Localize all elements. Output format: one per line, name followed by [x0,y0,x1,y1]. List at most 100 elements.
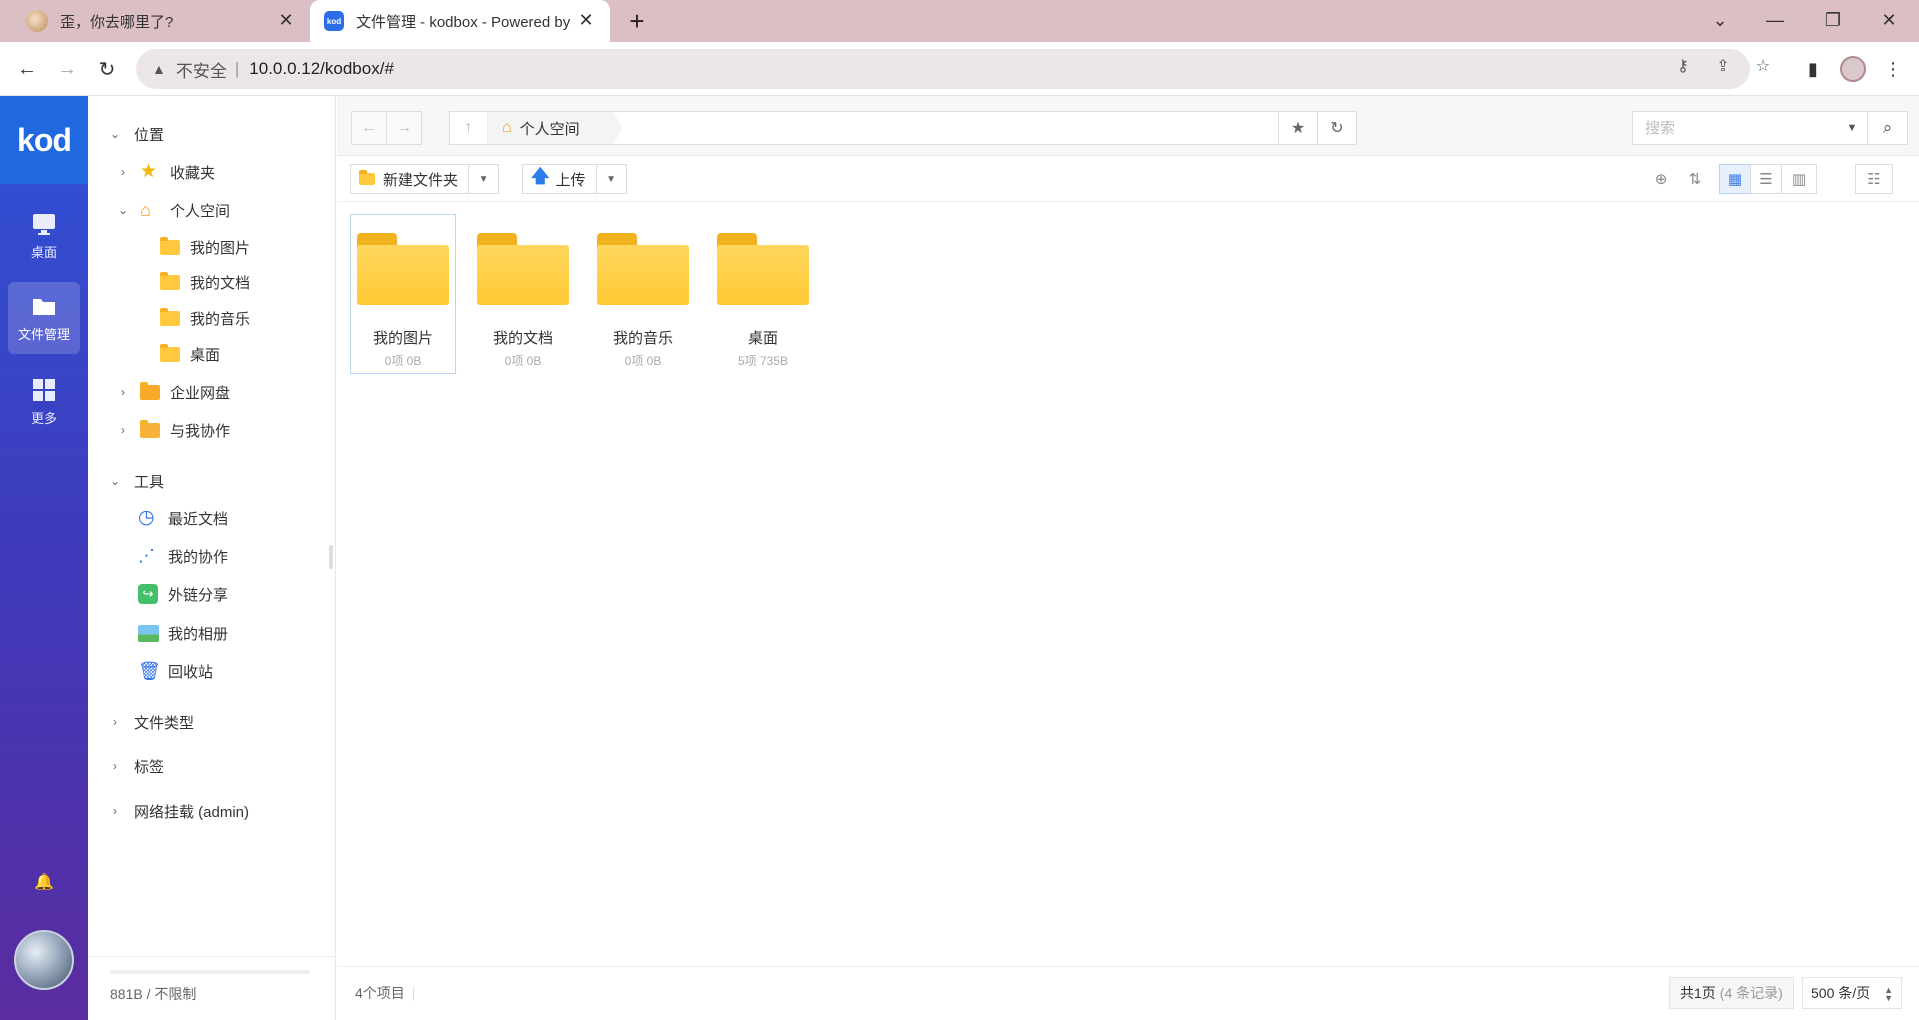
key-icon[interactable]: ⚷ [1671,54,1695,78]
folder-icon [160,237,182,257]
tab-favicon [26,10,48,32]
divider [88,956,336,957]
folder-icon [357,233,449,305]
section-label: 文件类型 [134,714,195,732]
icon-view-icon[interactable]: ▦ [1719,164,1751,194]
per-page-select[interactable]: 500 条/页 ▲ ▼ [1802,977,1902,1009]
window-close-icon[interactable]: ✕ [1869,4,1909,36]
trash-icon: 🗑 [138,661,161,681]
tree-item-my-documents[interactable]: 我的文档 [88,266,336,298]
tree-section-file-types[interactable]: › 文件类型 [88,706,336,738]
details-panel-icon[interactable]: ☷ [1855,164,1893,194]
item-count: 4个项目 [355,983,414,1003]
tree-item-enterprise-drive[interactable]: › 企业网盘 [88,376,336,408]
folder-icon [160,272,182,292]
minimize-icon[interactable]: — [1755,4,1795,36]
rail-item-label: 桌面 [30,244,57,260]
tree-label: 外链分享 [168,586,229,604]
file-meta: 0项 0B [384,354,422,368]
picture-icon [138,623,160,643]
close-icon[interactable]: ✕ [276,10,296,30]
status-bar: 4个项目 共1页 (4 条记录) 500 条/页 ▲ ▼ [337,966,1919,1020]
tree-section-network-mount[interactable]: › 网络挂载 (admin) [88,795,336,827]
tree-item-my-collab[interactable]: ⋰ 我的协作 [88,540,336,572]
clock-icon: ◷ [138,507,155,528]
caret-down-icon[interactable]: ▼ [1837,112,1867,144]
share-icon[interactable]: ⇪ [1711,54,1735,78]
folder-icon [359,170,377,186]
side-panel-icon[interactable]: ▮ [1796,52,1830,86]
folder-item-my-documents[interactable]: 我的文档 0项 0B [470,214,576,374]
chevron-down-icon[interactable]: ⌄ [1700,4,1740,36]
folder-item-desktop[interactable]: 桌面 5项 735B [710,214,816,374]
history-forward-icon[interactable]: → [386,111,422,145]
enterprise-folder-icon [140,382,162,402]
caret-down-icon[interactable]: ▼ [595,165,626,193]
upload-button[interactable]: 🡅 上传 ▼ [522,164,627,194]
tree-section-location[interactable]: ⌄ 位置 [88,118,336,150]
sidebar-resize-handle[interactable] [329,545,333,569]
folder-item-my-music[interactable]: 我的音乐 0项 0B [590,214,696,374]
chevron-right-icon: › [121,165,125,179]
breadcrumb[interactable]: ↑ ⌂ 个人空间 [449,111,1279,145]
tree-item-personal-space[interactable]: ⌄ ⌂ 个人空间 [88,194,336,226]
split-view-icon[interactable]: ▥ [1781,164,1817,194]
tree-label: 个人空间 [170,202,231,220]
kod-logo: kod [0,96,88,184]
divider: | [234,59,240,78]
zoom-icon[interactable]: ⊕ [1645,164,1677,194]
search-input[interactable] [1633,112,1833,144]
menu-dots-icon[interactable]: ⋮ [1876,52,1910,86]
tab-title: 文件管理 - kodbox - Powered by [356,13,571,31]
folder-item-my-pictures[interactable]: 我的图片 0项 0B [350,214,456,374]
new-folder-button[interactable]: 新建文件夹 ▼ [350,164,500,194]
star-icon[interactable]: ★ [1278,111,1318,145]
caret-down-icon[interactable]: ▼ [468,165,498,193]
tree-item-desktop[interactable]: 桌面 [88,338,336,370]
rail-item-desktop[interactable]: 桌面 [8,200,80,272]
file-name: 桌面 [747,330,778,347]
reload-icon[interactable]: ↻ [92,54,122,84]
app-rail: kod 桌面 文件管理 更多 🔔 [0,96,88,1020]
path-bar: ← → ↑ ⌂ 个人空间 ★ ↻ ▼ ⌕ [337,96,1919,156]
select-caret-icon: ▲ ▼ [1884,985,1893,1003]
tree-item-recycle-bin[interactable]: 🗑 回收站 [88,655,336,687]
bell-icon[interactable]: 🔔 [34,872,54,892]
tree-item-favorites[interactable]: › ★ 收藏夹 [88,156,336,188]
up-arrow-icon[interactable]: ↑ [450,112,488,144]
tree-item-my-music[interactable]: 我的音乐 [88,302,336,334]
tree-item-my-pictures[interactable]: 我的图片 [88,231,336,263]
profile-avatar[interactable] [1836,52,1870,86]
breadcrumb-item[interactable]: ⌂ 个人空间 [488,112,613,144]
forward-arrow-icon[interactable]: → [52,54,82,84]
warning-icon: ▲ [152,61,166,77]
history-back-icon[interactable]: ← [351,111,387,145]
search-icon[interactable]: ⌕ [1867,112,1907,144]
rail-item-file-manager[interactable]: 文件管理 [8,282,80,354]
restore-icon[interactable]: ❐ [1813,4,1853,36]
share-folder-icon [140,420,162,440]
omnibox[interactable]: ▲ 不安全 | 10.0.0.12/kodbox/# [136,49,1750,89]
tree-item-link-share[interactable]: ↪ 外链分享 [88,578,336,610]
list-view-icon[interactable]: ☰ [1750,164,1782,194]
star-icon[interactable]: ☆ [1751,54,1775,78]
tree-item-shared-with-me[interactable]: › 与我协作 [88,414,336,446]
sort-icon[interactable]: ⇅ [1679,164,1711,194]
rail-item-more[interactable]: 更多 [8,366,80,438]
close-icon[interactable]: ✕ [576,10,596,30]
refresh-icon[interactable]: ↻ [1317,111,1357,145]
security-label: 不安全 [175,61,227,81]
folder-icon [597,233,689,305]
user-avatar[interactable] [14,930,74,990]
new-tab-icon[interactable]: + [622,6,652,36]
chevron-down-icon: ⌄ [109,474,121,488]
tree-item-my-album[interactable]: 我的相册 [88,617,336,649]
back-arrow-icon[interactable]: ← [12,54,42,84]
browser-tab-1[interactable]: 歪，你去哪里了? ✕ [10,0,310,42]
tree-item-recent-docs[interactable]: ◷ 最近文档 [88,502,336,534]
tree-section-tags[interactable]: › 标签 [88,750,336,782]
browser-tab-2[interactable]: kod 文件管理 - kodbox - Powered by ✕ [310,0,610,42]
tree-label: 我的相册 [168,625,229,643]
tree-section-tools[interactable]: ⌄ 工具 [88,465,336,497]
folder-icon [717,233,809,305]
